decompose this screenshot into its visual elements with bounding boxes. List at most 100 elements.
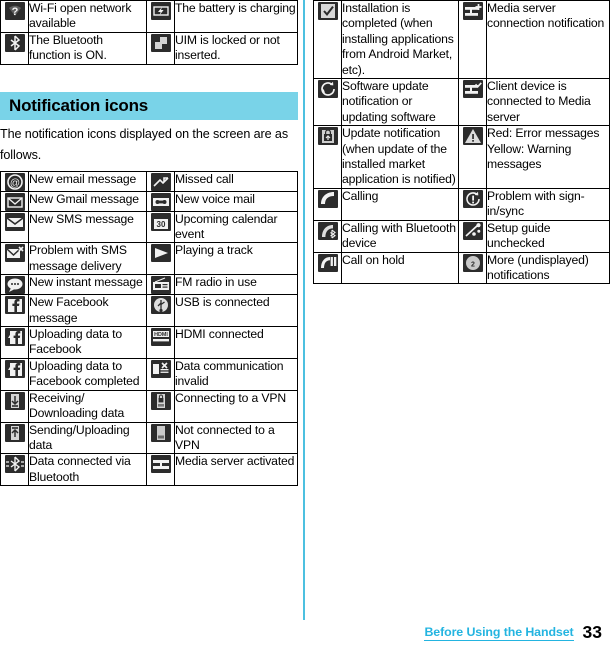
cell-text: Connecting to a VPN <box>174 389 298 423</box>
table-row: Calling Problem with sign-in/sync <box>313 187 610 221</box>
cell-text: The Bluetooth function is ON. <box>28 31 147 65</box>
missed-call-icon <box>146 170 175 192</box>
table-row: Problem with SMS message delivery Playing… <box>0 242 298 276</box>
setup-guide-icon <box>458 219 487 253</box>
cell-text: Red: Error messages Yellow: Warning messa… <box>486 125 610 189</box>
manual-page: ? Wi-Fi open network available The batte… <box>0 0 610 645</box>
section-title: Notification icons <box>9 95 149 115</box>
table-row: New Facebook message USB is connected <box>0 294 298 328</box>
cell-text: The battery is charging <box>174 0 298 33</box>
cell-text: FM radio in use <box>174 274 298 296</box>
table-row: Receiving/ Downloading data Connecting to… <box>0 389 298 423</box>
hdmi-connected-icon: HDMI <box>146 326 175 359</box>
table-row: Update notification (when update of the … <box>313 125 610 189</box>
new-email-icon: @ <box>0 170 29 192</box>
downloading-data-icon <box>0 389 29 423</box>
new-instant-message-icon <box>0 274 29 296</box>
table-row: Calling with Bluetooth device Setup guide… <box>313 219 610 253</box>
table-row: New SMS message 30 Upcoming calendar event <box>0 210 298 244</box>
warning-triangle-icon <box>458 125 487 189</box>
cell-text: Client device is connected to Media serv… <box>486 78 610 127</box>
media-server-connection-icon <box>458 0 487 80</box>
usb-connected-icon <box>146 294 175 328</box>
cell-text: Playing a track <box>174 242 298 276</box>
cell-text: Uploading data to Facebook <box>28 326 147 359</box>
chapter-link[interactable]: Before Using the Handset <box>424 625 574 641</box>
section-intro-text: The notification icons displayed on the … <box>0 126 289 162</box>
new-voice-mail-icon <box>146 190 175 212</box>
new-sms-icon <box>0 210 29 244</box>
battery-charging-icon <box>146 0 175 33</box>
column-divider <box>303 0 305 620</box>
wifi-open-network-icon: ? <box>0 0 29 33</box>
market-update-icon <box>313 125 342 189</box>
notification-icons-table: @ New email message Missed call New Gmail m… <box>0 170 298 487</box>
call-on-hold-icon <box>313 251 342 285</box>
cell-text: Uploading data to Facebook completed <box>28 357 147 391</box>
sms-delivery-problem-icon <box>0 242 29 276</box>
status-icons-table-continued: ? Wi-Fi open network available The batte… <box>0 0 298 65</box>
cell-text: New Facebook message <box>28 294 147 328</box>
table-row: New Gmail message New voice mail <box>0 190 298 212</box>
svg-text:HDMI: HDMI <box>154 332 168 338</box>
cell-text: Wi-Fi open network available <box>28 0 147 33</box>
uim-locked-icon <box>146 31 175 65</box>
cell-text: New email message <box>28 170 147 192</box>
facebook-upload-complete-icon <box>0 357 29 391</box>
cell-text: Installation is completed (when installi… <box>341 0 459 80</box>
table-row: Installation is completed (when installi… <box>313 0 610 80</box>
cell-text: Media server activated <box>174 453 298 487</box>
cell-text: USB is connected <box>174 294 298 328</box>
svg-text:2: 2 <box>471 261 475 268</box>
calendar-event-icon: 30 <box>146 210 175 244</box>
sync-problem-icon <box>458 187 487 221</box>
bluetooth-data-icon <box>0 453 29 487</box>
install-complete-icon <box>313 0 342 80</box>
vpn-disconnected-icon <box>146 421 175 455</box>
table-row: The Bluetooth function is ON. UIM is loc… <box>0 31 298 65</box>
cell-text: Problem with SMS message delivery <box>28 242 147 276</box>
notification-icons-table-continued: Installation is completed (when installi… <box>313 0 610 285</box>
cell-text: Receiving/ Downloading data <box>28 389 147 423</box>
calling-icon <box>313 187 342 221</box>
data-communication-invalid-icon <box>146 357 175 391</box>
table-row: Software update notification or updating… <box>313 78 610 127</box>
svg-text:30: 30 <box>156 220 165 229</box>
more-notifications-icon: 2 <box>458 251 487 285</box>
cell-text: New SMS message <box>28 210 147 244</box>
cell-text: UIM is locked or not inserted. <box>174 31 298 65</box>
fm-radio-icon <box>146 274 175 296</box>
cell-text: Media server connection notification <box>486 0 610 80</box>
uploading-data-icon <box>0 421 29 455</box>
page-footer: Before Using the Handset 33 <box>424 622 602 642</box>
cell-text: Upcoming calendar event <box>174 210 298 244</box>
cell-text: Software update notification or updating… <box>341 78 459 127</box>
media-server-active-icon <box>146 453 175 487</box>
right-column: Installation is completed (when installi… <box>313 0 610 285</box>
cell-text: New Gmail message <box>28 190 147 212</box>
left-column: ? Wi-Fi open network available The batte… <box>0 0 298 487</box>
cell-text: Data connected via Bluetooth <box>28 453 147 487</box>
cell-text: Call on hold <box>341 251 459 285</box>
calling-bluetooth-icon <box>313 219 342 253</box>
software-update-icon <box>313 78 342 127</box>
cell-text: Not connected to a VPN <box>174 421 298 455</box>
table-row: ? Wi-Fi open network available The batte… <box>0 0 298 33</box>
table-row: Uploading data to Facebook completed Data… <box>0 357 298 391</box>
media-client-connected-icon <box>458 78 487 127</box>
table-row: Call on hold 2 More (undisplayed) notifica… <box>313 251 610 285</box>
cell-text: Calling <box>341 187 459 221</box>
cell-text: Sending/Uploading data <box>28 421 147 455</box>
cell-text: Problem with sign-in/sync <box>486 187 610 221</box>
svg-text:?: ? <box>11 6 18 18</box>
vpn-connecting-icon <box>146 389 175 423</box>
table-row: @ New email message Missed call <box>0 170 298 192</box>
cell-text: Update notification (when update of the … <box>341 125 459 189</box>
new-facebook-message-icon <box>0 294 29 328</box>
cell-text: New instant message <box>28 274 147 296</box>
new-gmail-icon <box>0 190 29 212</box>
bluetooth-on-icon <box>0 31 29 65</box>
cell-text: Data communication invalid <box>174 357 298 391</box>
page-number: 33 <box>582 622 602 642</box>
